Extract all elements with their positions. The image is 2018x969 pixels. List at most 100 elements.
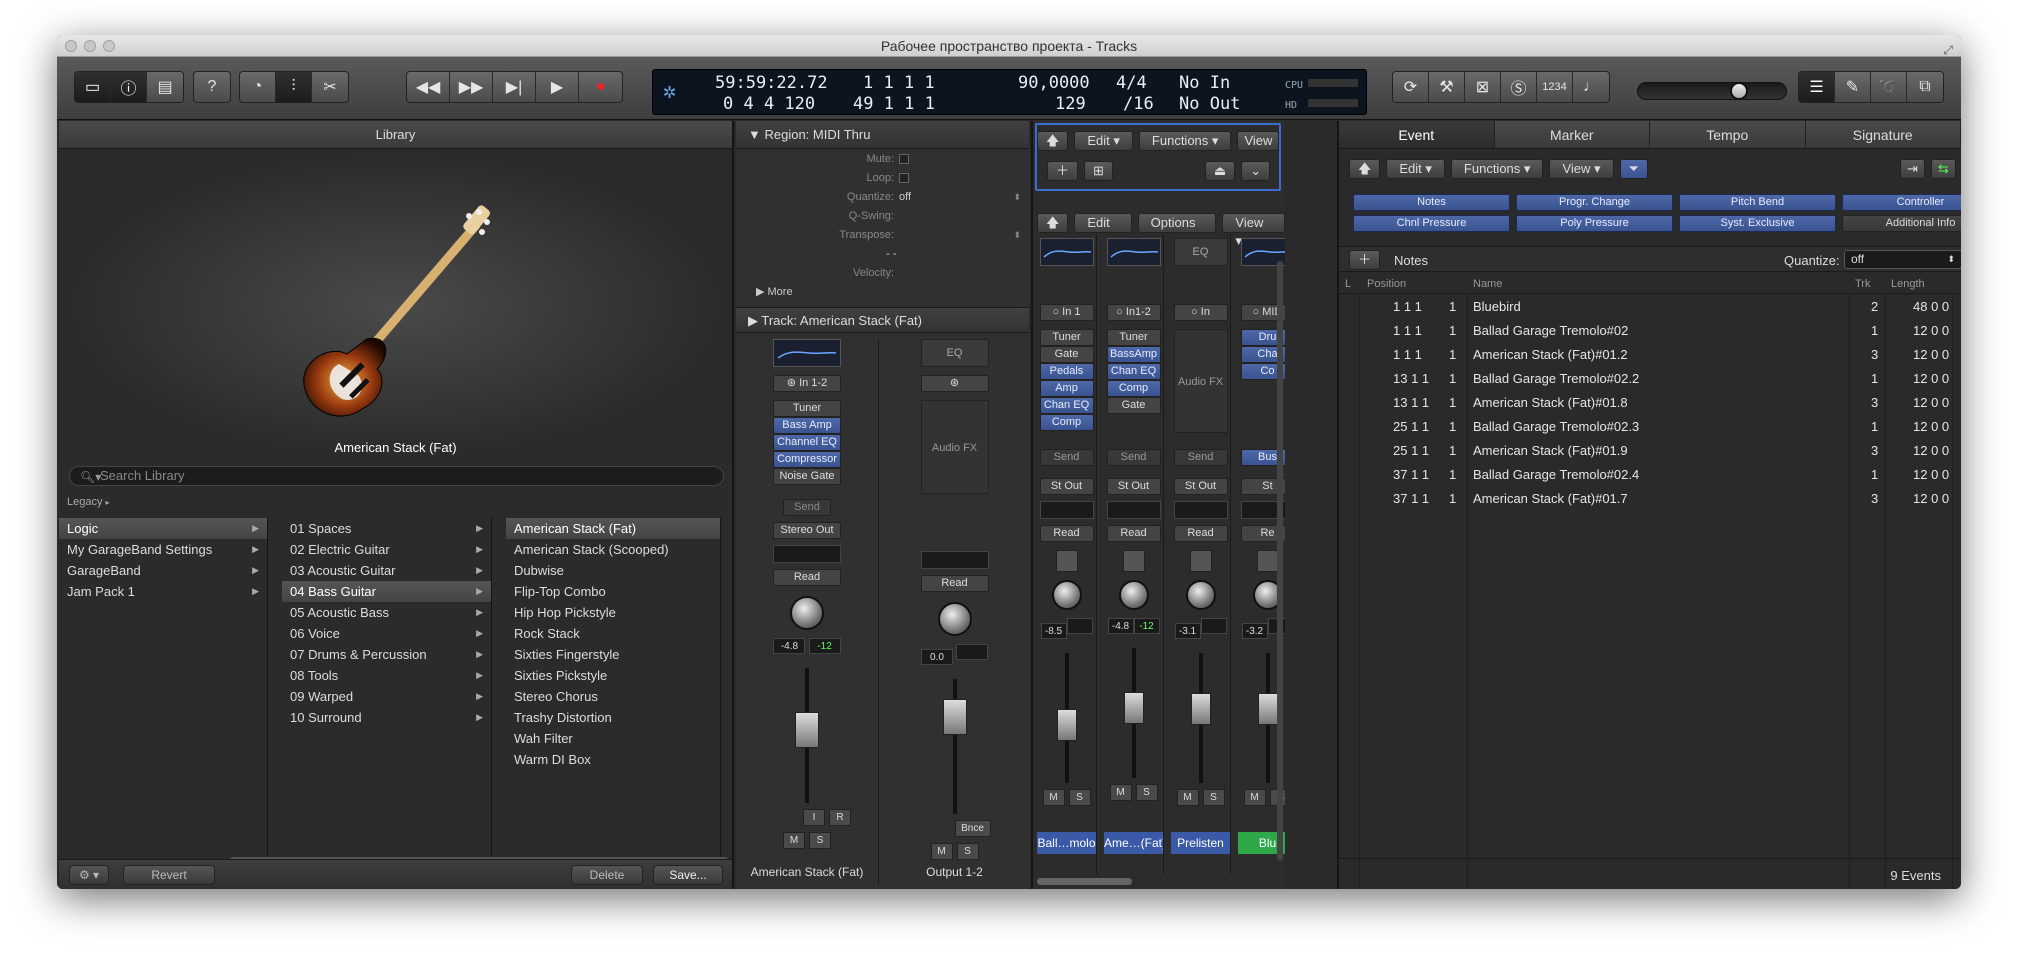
lcd-gear-icon[interactable]: ✲ [663, 81, 676, 103]
automation-mode[interactable]: Read [1106, 525, 1161, 542]
midi-in-icon[interactable]: ⇥ [1900, 159, 1925, 179]
volume-fader[interactable] [1123, 648, 1144, 778]
loop-checkbox[interactable] [899, 173, 909, 184]
library-item[interactable]: Logic ▶ [59, 518, 267, 539]
group-slot[interactable] [1039, 501, 1094, 519]
volume-value[interactable]: -8.5 [1040, 623, 1067, 639]
send-slot[interactable]: Send [1173, 449, 1228, 466]
create-event-button[interactable]: ＋ [1349, 250, 1381, 270]
plugin-slot[interactable]: Comp [1106, 380, 1161, 397]
eq-thumbnail[interactable] [1039, 238, 1094, 266]
audio-fx-slot[interactable]: Audio FX [1173, 329, 1228, 433]
input-slot[interactable]: ○ In1-2 [1106, 304, 1161, 321]
library-item[interactable]: 04 Bass Guitar ▶ [282, 581, 491, 602]
event-filter-button[interactable]: Pitch Bend [1679, 194, 1836, 211]
lcd-display[interactable]: ✲ 59:59:22.72 0 4 4 120 1 1 1 1 49 1 1 1… [652, 69, 1367, 115]
automation-mode[interactable]: Read [920, 575, 989, 592]
track-icon[interactable] [1256, 550, 1279, 572]
plugin-slot[interactable]: Pedals [1039, 363, 1094, 380]
mute-button[interactable]: M [1243, 789, 1266, 806]
volume-value[interactable]: -3.1 [1174, 623, 1201, 639]
library-preset-item[interactable]: Dubwise [506, 560, 720, 581]
plugin-slot[interactable]: Noise Gate [773, 468, 841, 485]
quick-help-icon[interactable]: ? [194, 72, 230, 102]
up-arrow-icon[interactable]: 🡅 [1037, 131, 1069, 151]
volume-value[interactable]: 0.0 [920, 649, 953, 665]
revert-button[interactable]: Revert [123, 865, 215, 885]
view-menu[interactable]: View ▾ [1549, 159, 1614, 179]
track-icon[interactable] [1189, 550, 1212, 572]
new-folder-icon[interactable]: ⊞ [1084, 161, 1113, 181]
automation-mode[interactable]: Read [1173, 525, 1228, 542]
event-row[interactable]: 13 1 11American Stack (Fat)#01.8312 0 00 [1339, 391, 1961, 415]
output-slot[interactable]: St Out [1106, 478, 1161, 495]
eq-thumbnail[interactable] [1106, 238, 1161, 266]
up-arrow-icon[interactable]: 🡅 [1349, 159, 1381, 179]
collapse-icon[interactable]: ⌄ [1241, 161, 1271, 181]
group-slot[interactable] [920, 551, 989, 569]
input-slot[interactable]: ○ In 1 [1039, 304, 1094, 321]
library-preset-item[interactable]: Hip Hop Pickstyle [506, 602, 720, 623]
edit-menu[interactable]: Edit ▾ [1074, 131, 1133, 151]
event-row[interactable]: 25 1 1 1 Ballad Garage Tremolo#02.3 1 12 0 0… [1339, 415, 1961, 439]
up-arrow-icon[interactable]: 🡅 [1037, 213, 1069, 233]
functions-menu[interactable]: Functions ▾ [1138, 131, 1232, 151]
channel-name[interactable]: Prelisten [1171, 832, 1230, 854]
event-filter-button[interactable]: Progr. Change [1516, 194, 1673, 211]
pan-knob[interactable] [1051, 580, 1082, 610]
metronome-icon[interactable]: ♩ [1573, 72, 1609, 102]
plugin-slot[interactable]: Chan EQ [1039, 397, 1094, 414]
library-preset-item[interactable]: Wah Filter [506, 728, 720, 749]
editors-icon[interactable]: ✂ [312, 72, 348, 102]
library-item[interactable]: Jam Pack 1 ▶ [59, 581, 267, 602]
options-menu[interactable]: Options ▾ [1137, 213, 1217, 248]
mixer-icon[interactable]: ⫶ [276, 72, 312, 102]
tab-event[interactable]: Event [1339, 121, 1495, 148]
send-slot[interactable]: Send [783, 499, 831, 516]
pan-knob[interactable] [1118, 580, 1149, 610]
record-icon[interactable]: ● [579, 72, 622, 102]
plugin-slot[interactable]: Gate [1039, 346, 1094, 363]
input-slot[interactable]: ○ In [1173, 304, 1228, 321]
event-filter-button[interactable]: Additional Info [1842, 215, 1961, 232]
rewind-icon[interactable]: ◀◀ [407, 72, 450, 102]
volume-fader[interactable] [1190, 653, 1211, 783]
smart-controls-icon[interactable]: ◔ [240, 72, 276, 102]
midi-out-icon[interactable]: ⇆ [1930, 159, 1956, 179]
quantize-select[interactable]: off [899, 188, 911, 207]
close-button[interactable] [65, 40, 77, 52]
mixer-vertical-scrollbar[interactable] [1277, 261, 1283, 861]
library-gear-button[interactable]: ⚙ ▾ [69, 865, 109, 885]
fader-cap[interactable] [1056, 709, 1077, 741]
solo-button[interactable]: S [1068, 789, 1091, 806]
plugin-slot[interactable]: Compressor [773, 451, 841, 468]
view-menu[interactable]: View [1237, 131, 1280, 151]
volume-value[interactable]: -3.2 [1241, 623, 1268, 639]
library-item[interactable]: My GarageBand Settings ▶ [59, 539, 267, 560]
bounce-button[interactable]: Bnce [954, 820, 991, 837]
record-enable-button[interactable]: R [829, 809, 851, 826]
event-row[interactable]: 1 1 11American Stack (Fat)#01.2312 0 00 [1339, 343, 1961, 367]
edit-menu[interactable]: Edit ▾ [1074, 213, 1132, 248]
fader-cap[interactable] [1123, 692, 1144, 724]
pan-knob[interactable] [1185, 580, 1216, 610]
master-volume-slider[interactable] [1637, 82, 1787, 100]
fader-cap[interactable] [795, 712, 819, 748]
library-item[interactable]: 05 Acoustic Bass ▶ [282, 602, 491, 623]
eq-slot[interactable]: EQ [920, 339, 989, 367]
tuner-icon[interactable]: ⚒ [1429, 72, 1465, 102]
catch-icon[interactable]: ⏏ [1204, 161, 1236, 181]
edit-menu[interactable]: Edit ▾ [1386, 159, 1445, 179]
solo-button[interactable]: S [1135, 784, 1158, 801]
view-menu[interactable]: View ▾ [1222, 213, 1285, 248]
zoom-button[interactable] [103, 40, 115, 52]
pan-knob[interactable] [790, 596, 824, 630]
tab-tempo[interactable]: Tempo [1650, 121, 1806, 148]
library-item[interactable]: 03 Acoustic Guitar ▶ [282, 560, 491, 581]
save-button[interactable]: Save... [653, 865, 723, 885]
tab-marker[interactable]: Marker [1495, 121, 1650, 148]
cycle-icon[interactable]: ⟳ [1393, 72, 1429, 102]
volume-fader[interactable] [795, 668, 819, 803]
library-preset-item[interactable]: Sixties Fingerstyle [506, 644, 720, 665]
input-monitor-button[interactable]: I [803, 809, 825, 826]
